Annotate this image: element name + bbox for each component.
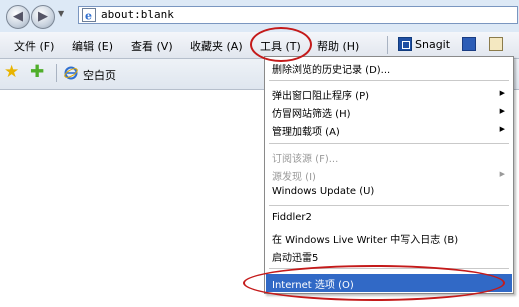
submenu-arrow-icon: ▶ <box>499 125 505 133</box>
menu-item-delete-history[interactable]: 删除浏览的历史记录 (D)... <box>272 61 390 76</box>
submenu-arrow-icon: ▶ <box>499 89 505 97</box>
add-favorite-icon[interactable]: ✚ <box>30 63 44 81</box>
toolbar-window-icon[interactable] <box>462 37 476 51</box>
menu-item-launch-thunder[interactable]: 启动迅雷5 <box>272 249 318 264</box>
favorites-star-icon[interactable]: ★ <box>4 63 19 81</box>
menu-item-subscribe-feed: 订阅该源 (F)... <box>272 154 339 165</box>
back-button[interactable]: ◀ <box>6 5 30 29</box>
menu-item-windows-update[interactable]: Windows Update (U) <box>272 186 374 197</box>
menu-item-live-writer[interactable]: 在 Windows Live Writer 中写入日志 (B) <box>272 231 458 246</box>
tab-blank-page[interactable]: 空白页 <box>83 67 116 83</box>
menu-divider <box>387 36 388 54</box>
menu-item-popup-blocker[interactable]: 弹出窗口阻止程序 (P) <box>272 87 369 102</box>
menu-file[interactable]: 文件 (F) <box>14 38 54 54</box>
menu-view[interactable]: 查看 (V) <box>131 38 173 54</box>
submenu-arrow-icon: ▶ <box>499 107 505 115</box>
menu-help[interactable]: 帮助 (H) <box>317 38 359 54</box>
annotation-circle-tools <box>250 27 312 62</box>
url-text: about:blank <box>101 8 174 21</box>
annotation-circle-internet-options <box>243 265 505 301</box>
menu-separator <box>269 143 509 144</box>
favorites-divider <box>56 64 57 82</box>
ie-page-icon: e <box>82 8 96 22</box>
menu-edit[interactable]: 编辑 (E) <box>72 38 113 54</box>
forward-button[interactable]: ▶ <box>31 5 55 29</box>
address-bar: ◀ ▶ ▼ e about:blank <box>0 0 519 32</box>
toolbar-note-icon[interactable] <box>489 37 503 51</box>
address-input[interactable]: e about:blank <box>78 6 518 24</box>
menu-item-feed-discovery: 源发现 (I) <box>272 172 316 183</box>
menu-item-manage-addons[interactable]: 管理加载项 (A) <box>272 123 340 138</box>
snagit-icon[interactable] <box>398 37 412 51</box>
back-arrow-icon: ◀ <box>13 9 23 24</box>
menu-item-phishing-filter[interactable]: 仿冒网站筛选 (H) <box>272 105 351 120</box>
tools-dropdown-menu: 删除浏览的历史记录 (D)... 弹出窗口阻止程序 (P) ▶ 仿冒网站筛选 (… <box>264 56 514 294</box>
history-dropdown-icon[interactable]: ▼ <box>58 9 64 18</box>
ie-tab-icon <box>64 66 78 80</box>
menu-item-fiddler2[interactable]: Fiddler2 <box>272 212 312 223</box>
menu-separator <box>269 80 509 81</box>
menu-favorites[interactable]: 收藏夹 (A) <box>190 38 243 54</box>
menu-separator <box>269 205 509 206</box>
forward-arrow-icon: ▶ <box>38 9 48 24</box>
svg-text:e: e <box>85 10 92 23</box>
submenu-arrow-icon: ▶ <box>499 170 505 178</box>
snagit-button[interactable]: Snagit <box>415 38 450 51</box>
